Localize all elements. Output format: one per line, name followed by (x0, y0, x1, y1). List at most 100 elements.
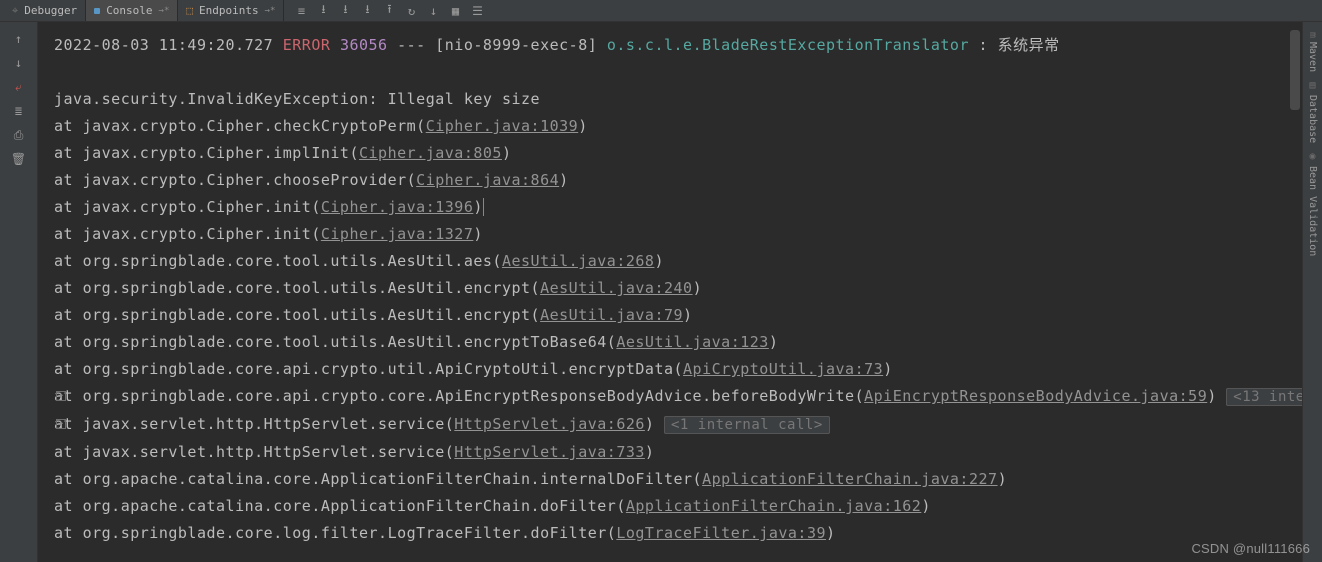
timestamp: 2022-08-03 11:49:20.727 (54, 36, 273, 54)
tab-console[interactable]: Console →* (86, 0, 178, 21)
bean-icon: ◉ (1307, 151, 1318, 162)
internal-calls-hint[interactable]: <13 internal (1226, 388, 1302, 406)
watermark: CSDN @null111666 (1191, 541, 1310, 556)
frame-suffix: ) (473, 198, 483, 216)
source-link[interactable]: AesUtil.java:123 (616, 333, 769, 351)
arrow-down-icon[interactable]: ↓ (422, 0, 444, 22)
stack-frame: at org.apache.catalina.core.ApplicationF… (54, 493, 1302, 520)
arrow-down-icon[interactable]: ↓ (7, 52, 31, 74)
expand-icon[interactable]: + (56, 419, 66, 429)
maven-icon: m (1307, 32, 1318, 38)
frame-prefix: at org.springblade.core.log.filter.LogTr… (54, 524, 616, 542)
source-link[interactable]: HttpServlet.java:626 (454, 415, 645, 433)
frame-suffix: ) (683, 306, 693, 324)
panel-label: Bean Validation (1307, 166, 1318, 256)
source-link[interactable]: HttpServlet.java:733 (454, 443, 645, 461)
print-icon[interactable]: ⎙ (7, 124, 31, 146)
tab-label: Endpoints (199, 4, 259, 17)
source-link[interactable]: Cipher.java:864 (416, 171, 559, 189)
frame-suffix: ) (645, 443, 655, 461)
database-icon: ▤ (1307, 80, 1318, 91)
database-panel-button[interactable]: ▤ Database (1307, 76, 1318, 147)
source-link[interactable]: ApplicationFilterChain.java:162 (626, 497, 921, 515)
frame-prefix: at org.springblade.core.api.crypto.core.… (54, 387, 864, 405)
frame-prefix: at javax.crypto.Cipher.chooseProvider( (54, 171, 416, 189)
frame-prefix: at javax.crypto.Cipher.implInit( (54, 144, 359, 162)
stack-frame: at org.springblade.core.tool.utils.AesUt… (54, 248, 1302, 275)
source-link[interactable]: ApiEncryptResponseBodyAdvice.java:59 (864, 387, 1207, 405)
source-link[interactable]: LogTraceFilter.java:39 (616, 524, 826, 542)
source-link[interactable]: AesUtil.java:240 (540, 279, 693, 297)
frame-suffix: ) (1207, 387, 1217, 405)
trash-icon[interactable]: 🗑 (7, 148, 31, 170)
frame-suffix: ) (769, 333, 779, 351)
frame-suffix: ) (998, 470, 1008, 488)
soft-wrap-icon[interactable]: ⤶ (7, 76, 31, 98)
stack-frame: at javax.crypto.Cipher.chooseProvider(Ci… (54, 167, 1302, 194)
frame-suffix: ) (578, 117, 588, 135)
logger-name: o.s.c.l.e.BladeRestExceptionTranslator (607, 36, 969, 54)
process-id: 36056 (340, 36, 388, 54)
right-tool-panels: m Maven ▤ Database ◉ Bean Validation (1302, 22, 1322, 562)
arrow-up-icon[interactable]: ↑ (7, 28, 31, 50)
upload-icon[interactable]: ⭱ (378, 0, 400, 22)
frame-suffix: ) (654, 252, 664, 270)
frame-prefix: at org.springblade.core.tool.utils.AesUt… (54, 306, 540, 324)
expand-icon[interactable]: + (56, 391, 66, 401)
source-link[interactable]: ApplicationFilterChain.java:227 (702, 470, 997, 488)
stack-frame: at javax.crypto.Cipher.implInit(Cipher.j… (54, 140, 1302, 167)
stack-frame: at javax.servlet.http.HttpServlet.servic… (54, 439, 1302, 466)
frame-prefix: at org.apache.catalina.core.ApplicationF… (54, 497, 626, 515)
grid-icon[interactable]: ▦ (444, 0, 466, 22)
pin-icon: →* (159, 6, 170, 16)
stack-frame: + at org.springblade.core.api.crypto.cor… (54, 383, 1302, 411)
frame-suffix: ) (883, 360, 893, 378)
download-icon[interactable]: ⭳ (356, 0, 378, 22)
stack-frame: at org.springblade.core.tool.utils.AesUt… (54, 329, 1302, 356)
source-link[interactable]: Cipher.java:1396 (321, 198, 474, 216)
stack-frame: at org.springblade.core.api.crypto.util.… (54, 356, 1302, 383)
scroll-to-end-icon[interactable]: ≣ (7, 100, 31, 122)
source-link[interactable]: Cipher.java:1327 (321, 225, 474, 243)
panel-label: Maven (1307, 42, 1318, 72)
console-output[interactable]: 2022-08-03 11:49:20.727 ERROR 36056 --- … (38, 22, 1302, 562)
source-link[interactable]: AesUtil.java:268 (502, 252, 655, 270)
frame-prefix: at javax.servlet.http.HttpServlet.servic… (54, 443, 454, 461)
frame-prefix: at javax.servlet.http.HttpServlet.servic… (54, 415, 454, 433)
stack-frame: at javax.crypto.Cipher.init(Cipher.java:… (54, 221, 1302, 248)
source-link[interactable]: ApiCryptoUtil.java:73 (683, 360, 883, 378)
scrollbar-thumb[interactable] (1290, 30, 1300, 110)
tab-endpoints[interactable]: ⬚ Endpoints →* (178, 0, 284, 21)
stack-frame: at org.springblade.core.tool.utils.AesUt… (54, 275, 1302, 302)
stack-frame: at javax.crypto.Cipher.init(Cipher.java:… (54, 194, 1302, 221)
frame-suffix: ) (693, 279, 703, 297)
console-left-toolbar: ↑ ↓ ⤶ ≣ ⎙ 🗑 (0, 22, 38, 562)
frame-prefix: at org.springblade.core.api.crypto.util.… (54, 360, 683, 378)
internal-calls-hint[interactable]: <1 internal call> (664, 416, 830, 434)
exception-line: java.security.InvalidKeyException: Illeg… (54, 86, 1302, 113)
source-link[interactable]: AesUtil.java:79 (540, 306, 683, 324)
frame-prefix: at javax.crypto.Cipher.checkCryptoPerm( (54, 117, 426, 135)
log-colon: : (979, 36, 989, 54)
log-header-line: 2022-08-03 11:49:20.727 ERROR 36056 --- … (54, 32, 1302, 59)
frame-suffix: ) (473, 225, 483, 243)
download-icon[interactable]: ⭳ (334, 0, 356, 22)
tab-debugger[interactable]: ⌖ Debugger (4, 0, 86, 21)
frame-suffix: ) (645, 415, 655, 433)
frame-prefix: at javax.crypto.Cipher.init( (54, 225, 321, 243)
settings-icon[interactable]: ≡ (290, 0, 312, 22)
frame-suffix: ) (826, 524, 836, 542)
dashes: --- (397, 36, 426, 54)
equalize-icon[interactable]: ☰ (466, 0, 488, 22)
source-link[interactable]: Cipher.java:805 (359, 144, 502, 162)
bean-validation-panel-button[interactable]: ◉ Bean Validation (1307, 147, 1318, 260)
endpoints-icon: ⬚ (186, 4, 193, 17)
source-link[interactable]: Cipher.java:1039 (426, 117, 579, 135)
maven-panel-button[interactable]: m Maven (1307, 28, 1318, 76)
frame-suffix: ) (502, 144, 512, 162)
thread-name: [nio-8999-exec-8] (435, 36, 597, 54)
frame-prefix: at org.springblade.core.tool.utils.AesUt… (54, 279, 540, 297)
frame-prefix: at org.springblade.core.tool.utils.AesUt… (54, 252, 502, 270)
sync-icon[interactable]: ↻ (400, 0, 422, 22)
download-icon[interactable]: ⭳ (312, 0, 334, 22)
